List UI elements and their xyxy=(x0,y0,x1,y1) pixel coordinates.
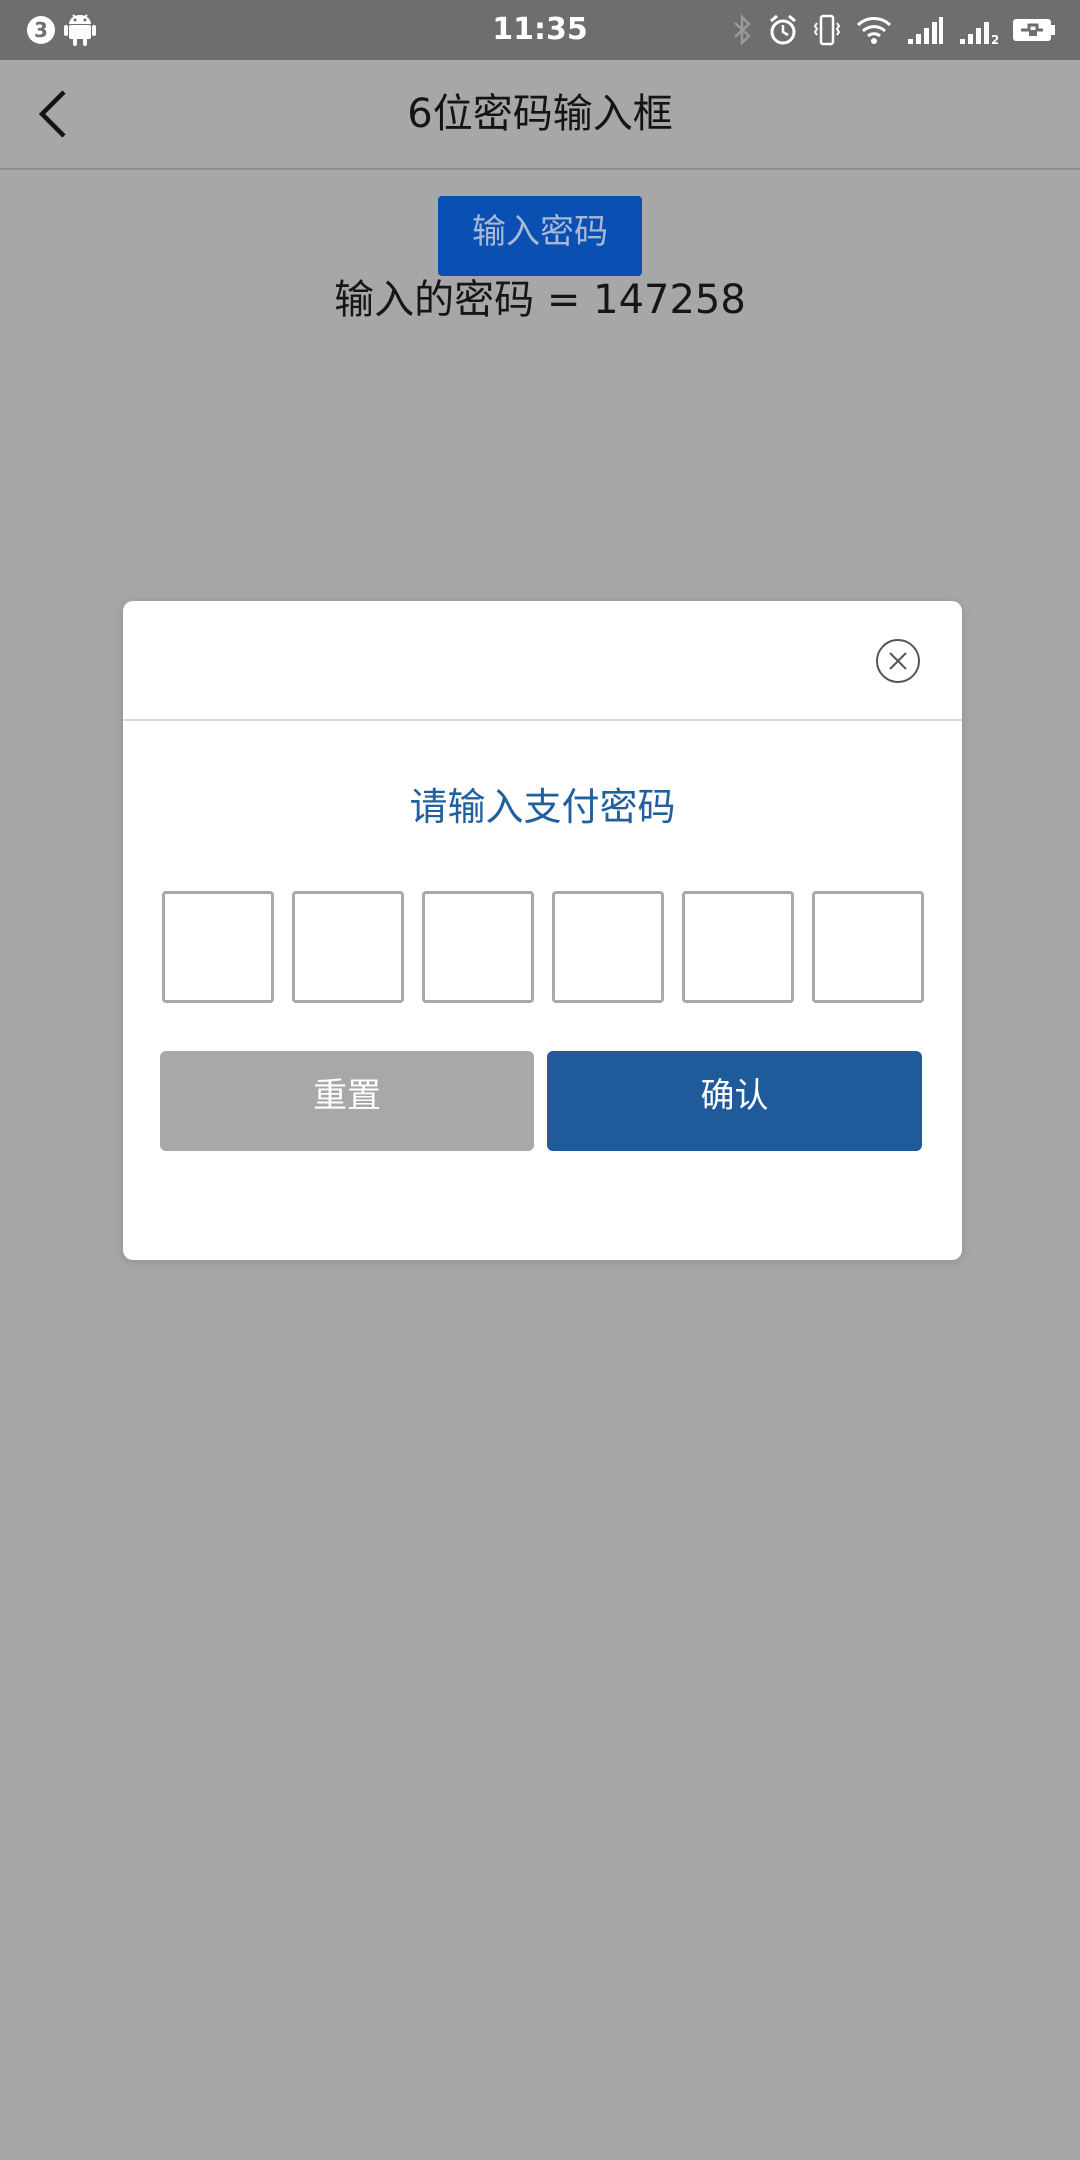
wifi-icon xyxy=(856,17,892,44)
dialog-title: 请输入支付密码 xyxy=(409,785,676,829)
android-icon xyxy=(64,14,96,46)
dialog-header xyxy=(123,601,962,721)
reset-button[interactable]: 重置 xyxy=(160,1051,534,1151)
entered-password-text: 输入的密码 = 147258 xyxy=(334,277,746,323)
confirm-button[interactable]: 确认 xyxy=(547,1051,922,1151)
title-bar: 6位密码输入框 xyxy=(0,60,1080,170)
pin-box-4[interactable] xyxy=(552,891,664,1003)
sim2-label: 2 xyxy=(991,33,998,45)
alarm-icon xyxy=(770,14,796,45)
pin-input-row[interactable] xyxy=(162,891,924,1003)
status-bar: 3 11:35 2 xyxy=(0,0,1080,60)
signal-sim2-icon: 2 xyxy=(960,22,998,45)
page-title: 6位密码输入框 xyxy=(407,91,673,137)
enter-password-button[interactable]: 输入密码 xyxy=(438,196,642,276)
bluetooth-icon xyxy=(734,14,751,46)
pin-box-2[interactable] xyxy=(292,891,404,1003)
signal-icon xyxy=(908,17,943,44)
battery-charging-icon xyxy=(1013,19,1055,41)
notification-badge: 3 xyxy=(27,16,55,44)
pin-box-1[interactable] xyxy=(162,891,274,1003)
back-arrow-icon[interactable] xyxy=(24,82,88,146)
close-circle-icon[interactable] xyxy=(875,638,921,684)
pin-box-5[interactable] xyxy=(682,891,794,1003)
pin-box-6[interactable] xyxy=(812,891,924,1003)
pin-box-3[interactable] xyxy=(422,891,534,1003)
payment-password-dialog: 请输入支付密码 重置 确认 xyxy=(123,601,962,1260)
vibrate-icon xyxy=(813,14,841,46)
status-icons: 2 xyxy=(732,13,1056,47)
